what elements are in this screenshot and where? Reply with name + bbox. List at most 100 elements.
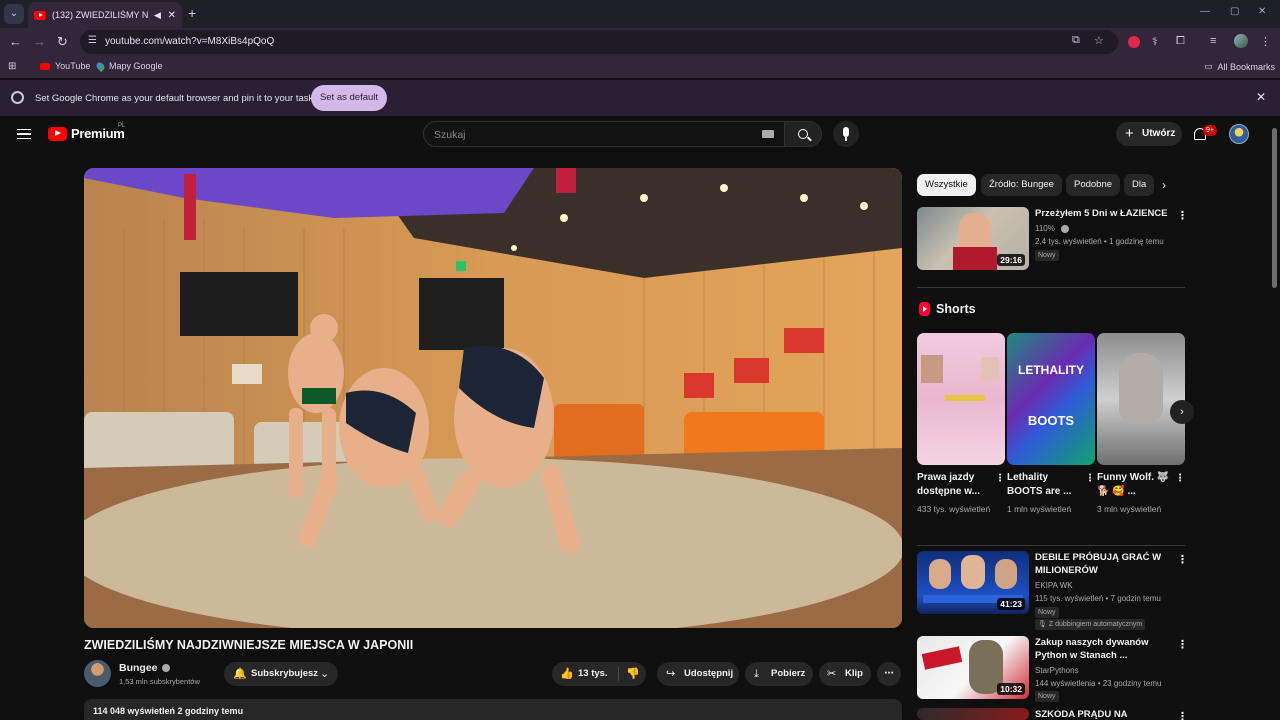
video-thumbnail[interactable]: 10:32 <box>917 636 1029 699</box>
chrome-profile-avatar[interactable] <box>1234 34 1248 48</box>
url-text[interactable]: youtube.com/watch?v=M8XiBs4pQoQ <box>105 36 274 47</box>
recommendation-item[interactable]: 10:32 Zakup naszych dywanów Python w Sta… <box>917 636 1188 702</box>
video-duration: 29:16 <box>997 254 1025 266</box>
site-info-icon[interactable]: ☰ <box>88 35 97 46</box>
maps-pin-icon <box>94 60 107 72</box>
share-button[interactable]: ↪ Udostępnij <box>657 662 739 686</box>
more-options-icon[interactable]: ⋮ <box>1085 473 1095 484</box>
like-dislike-group: 👍 13 tys. 👎 <box>552 662 646 686</box>
bookmark-label: Mapy Google <box>109 61 163 71</box>
download-button[interactable]: ⤓ Pobierz <box>745 662 813 686</box>
shorts-next-chevron-icon[interactable]: › <box>1170 400 1194 424</box>
channel-avatar[interactable] <box>84 660 111 687</box>
maximize-icon[interactable]: ▢ <box>1230 6 1239 17</box>
forward-icon[interactable]: → <box>33 34 46 50</box>
video-duration: 41:23 <box>997 598 1025 610</box>
video-meta: 144 wyświetlenia • 23 godziny temu <box>1035 679 1162 688</box>
like-separator <box>618 667 619 681</box>
red-extension-icon[interactable] <box>1128 36 1140 48</box>
recommendation-item[interactable]: SZKODA PRĄDU NA ⋮ <box>917 708 1187 720</box>
minimize-icon[interactable]: — <box>1200 6 1210 17</box>
browser-tab[interactable]: (132) ZWIEDZILIŚMY NAJDZIWNIEJSZE MIEJSC… <box>28 2 182 28</box>
more-options-icon[interactable]: ⋮ <box>1177 710 1187 720</box>
video-thumbnail[interactable]: 41:23 <box>917 551 1029 614</box>
chip-for-you[interactable]: Dla <box>1124 174 1155 196</box>
bookmark-google-maps[interactable]: Mapy Google <box>94 60 163 72</box>
chrome-menu-icon[interactable]: ⋮ <box>1260 35 1271 48</box>
tab-strip: ⌄ (132) ZWIEDZILIŚMY NAJDZIWNIEJSZE MIEJ… <box>0 0 1280 28</box>
chip-source-bungee[interactable]: Źródło: Bungee <box>981 174 1062 196</box>
auto-dub-badge: 🎙 Z dubbingiem automatycznym <box>1035 619 1146 630</box>
more-actions-button[interactable]: ⋯ <box>877 662 901 686</box>
channel-name[interactable]: 110% <box>1035 224 1055 233</box>
extensions-puzzle-icon[interactable]: ⧠ <box>1176 35 1185 48</box>
subscribed-button[interactable]: 🔔 Subskrybujesz ⌄ <box>224 662 338 686</box>
video-frame-sumo <box>84 168 902 628</box>
shorts-icon <box>919 302 930 316</box>
dislike-icon[interactable]: 👎 <box>626 662 640 686</box>
all-bookmarks[interactable]: ▭ All Bookmarks <box>1204 61 1275 72</box>
description-box[interactable]: 114 048 wyświetleń 2 godziny temu <box>84 699 902 720</box>
install-app-icon[interactable]: ⧉ <box>1072 34 1080 47</box>
window-close-icon[interactable]: ✕ <box>1258 6 1266 17</box>
short-thumbnail[interactable]: LETHALITY BOOTS <box>1007 333 1095 465</box>
youtube-premium-logo[interactable]: Premium PL <box>48 123 125 141</box>
voice-search-mic-icon[interactable] <box>833 121 859 147</box>
divider <box>917 545 1185 546</box>
channel-name[interactable]: Bungee <box>119 662 170 674</box>
media-control-icon[interactable]: ≡ <box>1210 35 1216 47</box>
short-title: Funny Wolf. 🐺 🐕 🥰 ... <box>1097 472 1170 497</box>
short-thumbnail[interactable] <box>1097 333 1185 465</box>
more-options-icon[interactable]: ⋮ <box>1177 553 1188 566</box>
video-thumbnail[interactable]: 29:16 <box>917 207 1029 270</box>
chip-all[interactable]: Wszystkie <box>917 174 976 196</box>
like-icon[interactable]: 👍 <box>560 662 574 686</box>
tab-close-icon[interactable]: ✕ <box>168 10 176 21</box>
address-bar[interactable]: ☰ youtube.com/watch?v=M8XiBs4pQoQ ⧉ ☆ <box>80 30 1118 54</box>
recommendation-item[interactable]: 41:23 DEBILE PRÓBUJĄ GRAĆ W MILIONERÓW E… <box>917 551 1188 631</box>
channel-name[interactable]: EKIPA WK <box>1035 581 1073 590</box>
browser-toolbar: ← → ↻ ☰ youtube.com/watch?v=M8XiBs4pQoQ … <box>0 28 1280 56</box>
account-avatar[interactable] <box>1229 124 1249 144</box>
video-player[interactable] <box>84 168 902 628</box>
reload-icon[interactable]: ↻ <box>57 34 68 50</box>
chip-related[interactable]: Podobne <box>1066 174 1121 196</box>
audio-icon[interactable]: ◀ <box>154 10 161 21</box>
short-overlay-text: LETHALITY <box>1018 363 1084 377</box>
more-options-icon[interactable]: ⋮ <box>1177 638 1188 651</box>
video-thumbnail[interactable] <box>917 708 1029 720</box>
search-input[interactable]: Szukaj <box>423 121 785 147</box>
verified-icon <box>161 664 170 673</box>
infobar-close-icon[interactable]: ✕ <box>1256 90 1266 104</box>
more-options-icon[interactable]: ⋮ <box>1177 209 1188 222</box>
more-options-icon[interactable]: ⋮ <box>1175 473 1185 484</box>
clip-button[interactable]: ✂ Klip <box>819 662 871 686</box>
tab-search-button[interactable]: ⌄ <box>4 4 24 24</box>
set-as-default-button[interactable]: Set as default <box>311 85 387 111</box>
channel-name[interactable]: StarPythons <box>1035 666 1079 675</box>
more-options-icon[interactable]: ⋮ <box>995 473 1005 484</box>
recommendation-item[interactable]: 29:16 Przeżyłem 5 Dni w ŁAZIENCE 110% 2,… <box>917 207 1188 273</box>
new-tab-button[interactable]: + <box>188 5 196 21</box>
bookmark-star-icon[interactable]: ☆ <box>1094 34 1104 47</box>
like-count[interactable]: 13 tys. <box>578 662 608 686</box>
keyboard-icon[interactable] <box>762 130 774 138</box>
search-button[interactable] <box>784 121 822 147</box>
back-icon[interactable]: ← <box>9 34 22 50</box>
create-button[interactable]: + Utwórz <box>1116 122 1182 146</box>
subscriber-count: 1,53 mln subskrybentów <box>119 677 200 686</box>
shorts-title: Shorts <box>936 302 976 316</box>
bookmark-youtube[interactable]: YouTube <box>40 61 90 71</box>
notification-count-badge: 9+ <box>1203 125 1217 136</box>
chips-next-chevron-icon[interactable]: › <box>1162 178 1166 192</box>
short-views: 433 tys. wyświetleń <box>917 504 991 514</box>
short-thumbnail[interactable] <box>917 333 1005 465</box>
menu-icon[interactable] <box>17 129 31 139</box>
chrome-icon <box>11 91 24 104</box>
extension-icon[interactable]: ⚕ <box>1152 35 1158 48</box>
page-scrollbar[interactable] <box>1272 128 1277 288</box>
short-views: 1 mln wyświetleń <box>1007 504 1072 514</box>
apps-grid-icon[interactable]: ⊞ <box>8 61 16 72</box>
auto-dub-label: Z dubbingiem automatycznym <box>1048 621 1143 628</box>
video-duration: 10:32 <box>997 683 1025 695</box>
